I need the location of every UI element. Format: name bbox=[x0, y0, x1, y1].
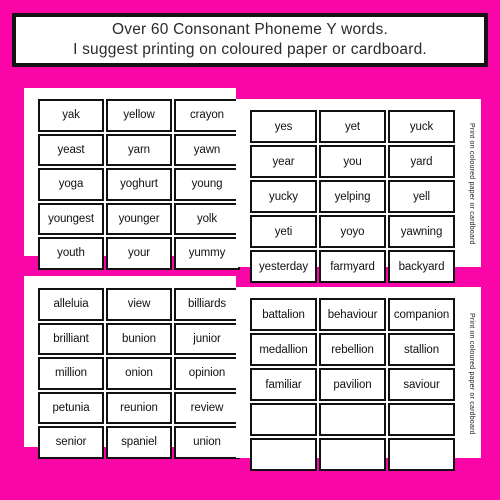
word-cell[interactable]: yeast bbox=[38, 133, 104, 166]
table-row: youth your yummy bbox=[38, 237, 240, 270]
word-cell[interactable]: brilliant bbox=[38, 322, 104, 355]
word-cell[interactable]: your bbox=[106, 237, 172, 270]
word-table-body: yak yellow crayon yeast yarn yawn yoga y… bbox=[38, 99, 240, 270]
word-cell[interactable]: petunia bbox=[38, 391, 104, 424]
table-row: year you yard bbox=[250, 145, 455, 178]
word-cell[interactable]: crayon bbox=[174, 99, 240, 132]
word-table-body: yes yet yuck year you yard yucky yelping… bbox=[250, 110, 455, 283]
word-cell[interactable]: opinion bbox=[174, 357, 240, 390]
word-table-bottom-left: alleluia view billiards brilliant bunion… bbox=[36, 286, 242, 461]
word-cell[interactable]: yolk bbox=[174, 202, 240, 235]
word-cell[interactable]: pavilion bbox=[319, 368, 386, 401]
word-cell[interactable]: backyard bbox=[388, 250, 455, 283]
word-cell[interactable]: farmyard bbox=[319, 250, 386, 283]
table-row: youngest younger yolk bbox=[38, 202, 240, 235]
print-instruction-caption-bottom: Print on coloured paper or cardboard bbox=[464, 299, 479, 449]
table-row: yesterday farmyard backyard bbox=[250, 250, 455, 283]
word-cell-empty[interactable] bbox=[319, 438, 386, 471]
header-banner: Over 60 Consonant Phoneme Y words. I sug… bbox=[12, 13, 488, 67]
word-cell[interactable]: yoyo bbox=[319, 215, 386, 248]
word-cell[interactable]: companion bbox=[388, 298, 455, 331]
word-cell[interactable]: alleluia bbox=[38, 288, 104, 321]
word-cell[interactable]: yes bbox=[250, 110, 317, 143]
table-row: battalion behaviour companion bbox=[250, 298, 455, 331]
table-row: alleluia view billiards bbox=[38, 288, 240, 321]
word-cell[interactable]: behaviour bbox=[319, 298, 386, 331]
word-cell[interactable]: youth bbox=[38, 237, 104, 270]
word-card-sheet-bottom-right: battalion behaviour companion medallion … bbox=[236, 287, 481, 471]
table-row: yeti yoyo yawning bbox=[250, 215, 455, 248]
word-cell[interactable]: view bbox=[106, 288, 172, 321]
word-cell[interactable]: yak bbox=[38, 99, 104, 132]
word-cell[interactable]: yawn bbox=[174, 133, 240, 166]
word-cell[interactable]: younger bbox=[106, 202, 172, 235]
word-cell[interactable]: billiards bbox=[174, 288, 240, 321]
word-cell-empty[interactable] bbox=[319, 403, 386, 436]
header-line-2: I suggest printing on coloured paper or … bbox=[73, 41, 427, 58]
word-cell[interactable]: senior bbox=[38, 426, 104, 459]
print-instruction-text: Print on coloured paper or cardboard bbox=[468, 313, 475, 435]
word-cell[interactable]: spaniel bbox=[106, 426, 172, 459]
word-cell-empty[interactable] bbox=[250, 438, 317, 471]
table-row bbox=[250, 403, 455, 436]
word-cell[interactable]: yellow bbox=[106, 99, 172, 132]
word-cell[interactable]: you bbox=[319, 145, 386, 178]
word-cell[interactable]: yeti bbox=[250, 215, 317, 248]
word-cell[interactable]: yummy bbox=[174, 237, 240, 270]
word-cell[interactable]: bunion bbox=[106, 322, 172, 355]
word-card-sheet-top-left: yak yellow crayon yeast yarn yawn yoga y… bbox=[24, 88, 240, 270]
word-cell[interactable]: young bbox=[174, 168, 240, 201]
word-cell[interactable]: rebellion bbox=[319, 333, 386, 366]
table-row: brilliant bunion junior bbox=[38, 322, 240, 355]
table-row: yes yet yuck bbox=[250, 110, 455, 143]
word-cell[interactable]: million bbox=[38, 357, 104, 390]
word-cell[interactable]: youngest bbox=[38, 202, 104, 235]
word-cell[interactable]: familiar bbox=[250, 368, 317, 401]
word-table-bottom-right: battalion behaviour companion medallion … bbox=[248, 296, 457, 473]
word-cell[interactable]: yard bbox=[388, 145, 455, 178]
table-row: yucky yelping yell bbox=[250, 180, 455, 213]
word-cell[interactable]: year bbox=[250, 145, 317, 178]
word-card-sheet-top-right: yes yet yuck year you yard yucky yelping… bbox=[236, 99, 481, 283]
word-cell[interactable]: stallion bbox=[388, 333, 455, 366]
header-line-1: Over 60 Consonant Phoneme Y words. bbox=[112, 21, 388, 38]
word-cell[interactable]: saviour bbox=[388, 368, 455, 401]
table-row: familiar pavilion saviour bbox=[250, 368, 455, 401]
word-cell[interactable]: yelping bbox=[319, 180, 386, 213]
word-cell[interactable]: onion bbox=[106, 357, 172, 390]
word-cell[interactable]: yell bbox=[388, 180, 455, 213]
word-cell[interactable]: yucky bbox=[250, 180, 317, 213]
word-cell[interactable]: yuck bbox=[388, 110, 455, 143]
table-row: medallion rebellion stallion bbox=[250, 333, 455, 366]
word-table-top-left: yak yellow crayon yeast yarn yawn yoga y… bbox=[36, 97, 242, 272]
table-row: yak yellow crayon bbox=[38, 99, 240, 132]
table-row: million onion opinion bbox=[38, 357, 240, 390]
word-table-body: battalion behaviour companion medallion … bbox=[250, 298, 455, 471]
word-cell-empty[interactable] bbox=[388, 438, 455, 471]
print-instruction-text: Print on coloured paper or cardboard bbox=[468, 123, 475, 245]
word-cell[interactable]: reunion bbox=[106, 391, 172, 424]
word-table-body: alleluia view billiards brilliant bunion… bbox=[38, 288, 240, 459]
word-cell[interactable]: review bbox=[174, 391, 240, 424]
word-cell[interactable]: battalion bbox=[250, 298, 317, 331]
table-row: senior spaniel union bbox=[38, 426, 240, 459]
word-cell-empty[interactable] bbox=[388, 403, 455, 436]
word-table-top-right: yes yet yuck year you yard yucky yelping… bbox=[248, 108, 457, 285]
print-instruction-caption-top: Print on coloured paper or cardboard bbox=[464, 109, 479, 259]
word-cell[interactable]: yoghurt bbox=[106, 168, 172, 201]
table-row: petunia reunion review bbox=[38, 391, 240, 424]
table-row: yeast yarn yawn bbox=[38, 133, 240, 166]
table-row: yoga yoghurt young bbox=[38, 168, 240, 201]
word-cell[interactable]: yet bbox=[319, 110, 386, 143]
word-cell-empty[interactable] bbox=[250, 403, 317, 436]
word-cell[interactable]: yawning bbox=[388, 215, 455, 248]
word-card-sheet-bottom-left: alleluia view billiards brilliant bunion… bbox=[24, 276, 240, 459]
word-cell[interactable]: junior bbox=[174, 322, 240, 355]
word-cell[interactable]: medallion bbox=[250, 333, 317, 366]
table-row bbox=[250, 438, 455, 471]
word-cell[interactable]: yoga bbox=[38, 168, 104, 201]
word-cell[interactable]: yesterday bbox=[250, 250, 317, 283]
word-cell[interactable]: union bbox=[174, 426, 240, 459]
word-cell[interactable]: yarn bbox=[106, 133, 172, 166]
